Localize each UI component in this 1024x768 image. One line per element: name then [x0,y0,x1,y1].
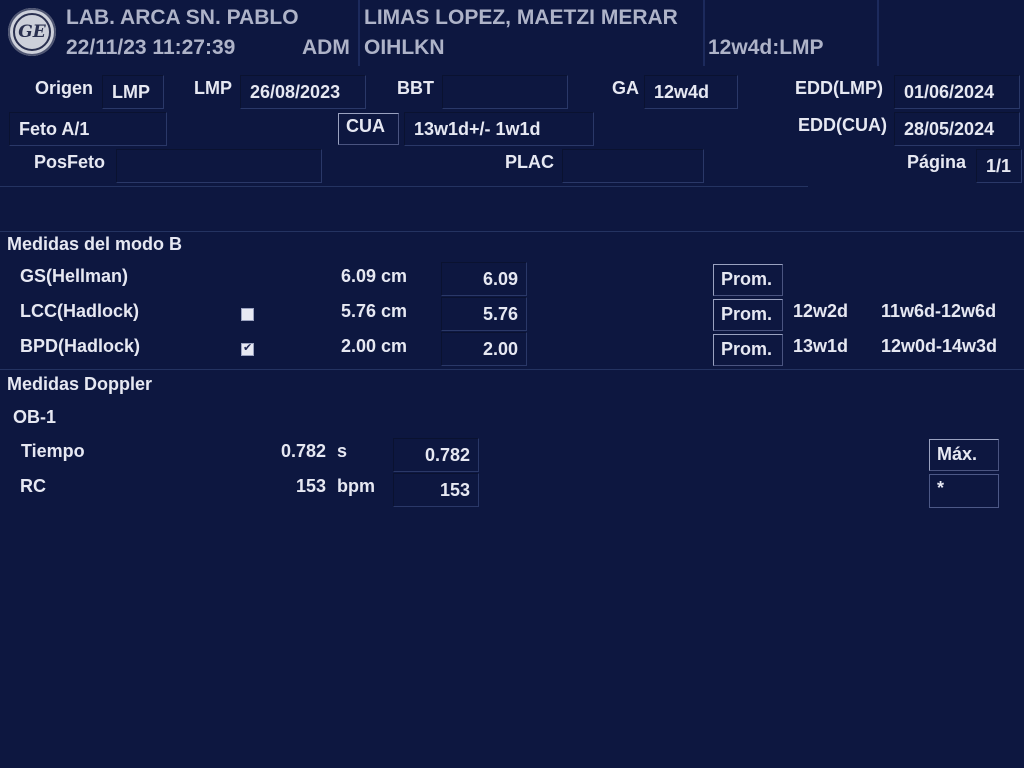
doppler-title: Medidas Doppler [7,374,153,394]
posfeto-label: PosFeto [34,152,106,172]
doppler-measure-unit: s [337,441,348,461]
report-header: GE LAB. ARCA SN. PABLO 22/11/23 11:27:39… [0,0,1024,66]
ga-field[interactable]: 12w4d [644,75,738,109]
measure-name: LCC(Hadlock) [20,301,140,321]
measure-value: 6.09 cm [341,266,408,286]
doppler-measure-unit: bpm [337,476,375,496]
patient-id: OIHLKN [364,36,445,59]
measure-field[interactable]: 5.76 [441,297,527,331]
measure-range: 11w6d-12w6d [881,301,997,321]
doppler-measure-name: RC [20,476,46,496]
max-button[interactable]: Máx. [929,439,999,471]
bbt-label: BBT [397,78,434,98]
measure-checkbox[interactable] [241,341,254,356]
origen-field[interactable]: LMP [102,75,164,109]
header-divider [358,0,360,66]
edd-lmp-field[interactable]: 01/06/2024 [894,75,1020,109]
measure-ga: 13w1d [793,336,849,356]
exam-datetime: 22/11/23 11:27:39 [66,36,236,59]
ga-label: GA [612,78,639,98]
measure-range: 12w0d-14w3d [881,336,998,356]
lmp-field[interactable]: 26/08/2023 [240,75,366,109]
institution-name: LAB. ARCA SN. PABLO [66,6,299,29]
bbt-field[interactable] [442,75,568,109]
measure-ga: 12w2d [793,301,849,321]
measure-name: BPD(Hadlock) [20,336,141,356]
section-divider [0,186,808,187]
pagina-label: Página [907,152,967,172]
plac-field[interactable] [562,149,704,183]
section-divider [0,231,1024,232]
patient-name: LIMAS LOPEZ, MAETZI MERAR [364,6,678,29]
doppler-measure-name: Tiempo [21,441,85,461]
operator-name: ADM [302,36,350,59]
ge-logo-icon: GE [8,8,56,56]
measure-field[interactable]: 6.09 [441,262,527,296]
measure-name: GS(Hellman) [20,266,129,286]
average-button[interactable]: Prom. [713,299,783,331]
feto-selector[interactable]: Feto A/1 [9,112,167,146]
header-divider [703,0,705,66]
doppler-measure-field[interactable]: 153 [393,473,479,507]
section-divider [0,369,1024,370]
doppler-measure-value: 0.782 [280,441,326,461]
edd-cua-field[interactable]: 28/05/2024 [894,112,1020,146]
lmp-label: LMP [194,78,232,98]
cua-button[interactable]: CUA [338,113,399,145]
measure-value: 5.76 cm [341,301,408,321]
average-button[interactable]: Prom. [713,264,783,296]
plac-label: PLAC [505,152,554,172]
bmode-title: Medidas del modo B [7,234,183,254]
header-divider [877,0,879,66]
ga-summary: 12w4d:LMP [708,36,824,59]
average-button[interactable]: Prom. [713,334,783,366]
edd-cua-label: EDD(CUA) [798,115,887,135]
cua-field[interactable]: 13w1d+/- 1w1d [404,112,594,146]
origen-label: Origen [35,78,94,98]
edd-lmp-label: EDD(LMP) [795,78,883,98]
max-value-field[interactable]: * [929,474,999,508]
measure-checkbox[interactable] [241,308,254,321]
measure-value: 2.00 cm [341,336,408,356]
measure-field[interactable]: 2.00 [441,332,527,366]
doppler-measure-field[interactable]: 0.782 [393,438,479,472]
doppler-subtitle: OB-1 [13,407,57,427]
doppler-measure-value: 153 [295,476,326,496]
posfeto-field[interactable] [116,149,322,183]
pagina-field[interactable]: 1/1 [976,149,1022,183]
